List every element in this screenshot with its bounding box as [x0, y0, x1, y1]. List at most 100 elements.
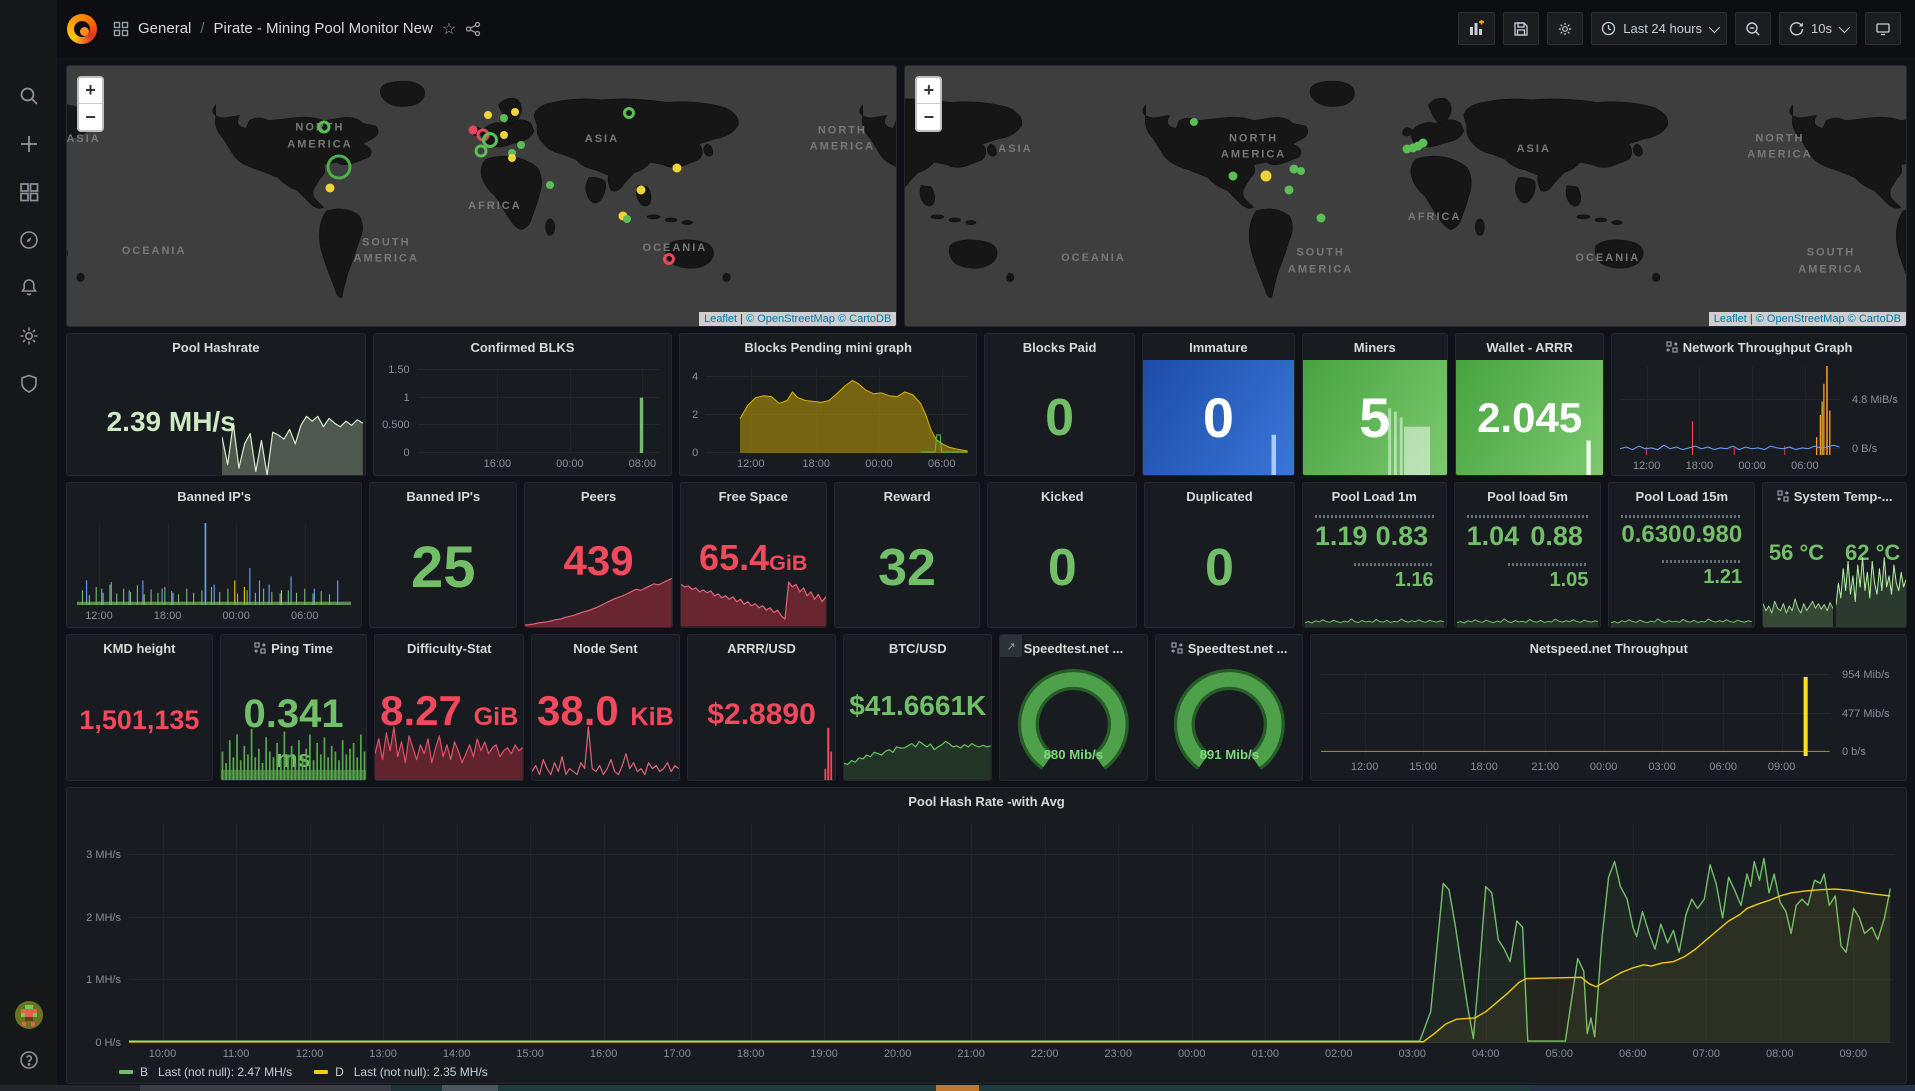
panel-title[interactable]: Peers	[525, 483, 672, 509]
dashboards-icon[interactable]	[18, 181, 40, 203]
panel-title[interactable]: Pool Load 15m	[1609, 483, 1754, 509]
share-icon[interactable]	[465, 21, 481, 37]
panel-title[interactable]: Banned IP's	[370, 483, 516, 509]
chart-legend: B Last (not null): 2.47 MH/s D Last (not nu…	[119, 1065, 488, 1079]
netspeed-chart[interactable]: 954 Mib/s 477 Mib/s 0 b/s 12:00 15:00 18:00 21…	[1311, 661, 1906, 780]
map-marker[interactable]	[317, 120, 331, 134]
user-avatar[interactable]	[14, 1001, 43, 1029]
panel-title[interactable]: Blocks Pending mini graph	[680, 334, 976, 360]
osm-link[interactable]: © OpenStreetMap	[746, 313, 835, 325]
settings-gear-icon[interactable]	[18, 325, 40, 347]
map-marker[interactable]	[672, 163, 682, 173]
add-panel-button[interactable]	[1458, 12, 1496, 45]
map-marker[interactable]	[1228, 171, 1238, 181]
grafana-logo[interactable]	[67, 13, 97, 44]
osm-link[interactable]: © OpenStreetMap	[1756, 313, 1845, 325]
panel-title[interactable]: Wallet - ARRR	[1456, 334, 1603, 360]
map-marker[interactable]	[474, 144, 488, 157]
help-icon[interactable]	[18, 1049, 40, 1071]
map-marker[interactable]	[1316, 213, 1326, 223]
external-link-icon[interactable]: ↗	[1000, 635, 1023, 657]
panel-title[interactable]: BTC/USD	[844, 635, 991, 661]
create-plus-icon[interactable]	[18, 133, 40, 155]
map-marker[interactable]	[622, 215, 631, 224]
panel-title[interactable]: Reward	[835, 483, 980, 509]
map-zoom-in-button[interactable]: +	[79, 78, 102, 104]
panel-title[interactable]: Node Sent	[532, 635, 679, 661]
map-marker[interactable]	[1418, 138, 1428, 148]
duplicated-value: 0	[1205, 539, 1234, 597]
panel-title[interactable]: Speedtest.net ...	[1000, 635, 1147, 661]
world-map[interactable]: ASIA NORTH AMERICA ASIA NORTH AMERICA AFRICA…	[67, 66, 897, 326]
panel-title[interactable]: Immature	[1143, 334, 1293, 360]
panel-title[interactable]: Pool load 5m	[1455, 483, 1601, 509]
map-zoom-control: + −	[77, 76, 104, 132]
time-range-picker[interactable]: Last 24 hours	[1591, 12, 1728, 45]
panel-title[interactable]: Banned IP's	[67, 483, 361, 509]
panel-title[interactable]: Free Space	[681, 483, 826, 509]
map-marker[interactable]	[1189, 118, 1198, 127]
map-marker[interactable]	[1284, 185, 1294, 194]
leaflet-link[interactable]: Leaflet	[704, 313, 737, 325]
save-dashboard-button[interactable]	[1503, 12, 1540, 45]
load-sparkline	[1304, 609, 1444, 627]
pool-hashrate-avg-chart[interactable]: 3 MH/s 2 MH/s 1 MH/s 0 H/s 10:00 11:00 12:00 13…	[67, 814, 1906, 1083]
map-marker[interactable]	[325, 183, 335, 193]
panel-title[interactable]: Miners	[1303, 334, 1447, 360]
alerting-bell-icon[interactable]	[18, 277, 40, 299]
panel-title[interactable]: KMD height	[67, 635, 212, 661]
panel-title[interactable]: Blocks Paid	[985, 334, 1134, 360]
leaflet-link[interactable]: Leaflet	[1714, 313, 1747, 325]
search-icon[interactable]	[18, 85, 40, 107]
carto-link[interactable]: © CartoDB	[838, 313, 891, 325]
panel-title[interactable]: Difficulty-Stat	[375, 635, 523, 661]
panel-title[interactable]: Pool Hash Rate -with Avg	[67, 788, 1906, 814]
panel-title[interactable]: ARRR/USD	[688, 635, 836, 661]
refresh-button[interactable]: 10s	[1779, 12, 1857, 45]
server-admin-shield-icon[interactable]	[18, 373, 40, 395]
panel-title[interactable]: Pool Hashrate	[67, 334, 365, 360]
cycle-view-mode-button[interactable]	[1865, 12, 1901, 45]
map-marker[interactable]	[1296, 166, 1305, 175]
breadcrumb-folder[interactable]: General	[138, 20, 191, 37]
pool-hashrate-panel: Pool Hashrate 2.39 MH/s	[66, 333, 366, 476]
map-zoom-in-button[interactable]: +	[917, 78, 941, 104]
legend-item[interactable]: D Last (not null): 2.35 MH/s	[314, 1065, 488, 1079]
metric-label	[1662, 560, 1743, 564]
banned-ips-chart[interactable]: 12:00 18:00 00:00 06:00	[67, 509, 361, 627]
legend-item[interactable]: B Last (not null): 2.47 MH/s	[119, 1065, 292, 1079]
map-marker[interactable]	[484, 111, 493, 120]
panel-title[interactable]: Duplicated	[1145, 483, 1294, 509]
map-marker[interactable]	[636, 185, 646, 195]
dashboard-title[interactable]: Pirate - Mining Pool Monitor New	[214, 20, 433, 37]
map-marker[interactable]	[500, 131, 509, 140]
map-marker[interactable]	[510, 107, 519, 116]
confirmed-blks-chart[interactable]: 1.50 1 0.500 0 16:00 00:00 08:00	[374, 360, 672, 475]
difficulty-panel: Difficulty-Stat 8.27 GiB	[374, 634, 525, 781]
arrr-usd-panel: ARRR/USD $2.8890	[686, 634, 837, 781]
blocks-paid-panel: Blocks Paid 0	[983, 333, 1136, 476]
panel-title[interactable]: Netspeed.net Throughput	[1311, 635, 1906, 661]
map-marker[interactable]	[507, 154, 516, 163]
star-icon[interactable]: ☆	[442, 19, 456, 39]
map-marker[interactable]	[663, 252, 676, 265]
zoom-out-time-button[interactable]	[1735, 12, 1772, 45]
map-marker[interactable]	[545, 181, 554, 190]
map-marker[interactable]	[623, 106, 636, 119]
free-space-value: 65.4	[699, 536, 770, 578]
blocks-pending-chart[interactable]: 4 2 0 12:00 18:00 00:00 06:00	[680, 360, 976, 475]
map-marker[interactable]	[326, 154, 352, 180]
map-zoom-out-button[interactable]: −	[917, 104, 940, 130]
panel-title[interactable]: Pool Load 1m	[1303, 483, 1446, 509]
panel-title[interactable]: Kicked	[988, 483, 1136, 509]
carto-link[interactable]: © CartoDB	[1848, 313, 1901, 325]
explore-compass-icon[interactable]	[18, 229, 40, 251]
map-marker[interactable]	[1260, 170, 1272, 182]
map-zoom-out-button[interactable]: −	[79, 104, 102, 130]
panel-title[interactable]: Confirmed BLKS	[374, 334, 672, 360]
map-marker[interactable]	[517, 140, 526, 149]
map-marker[interactable]	[500, 113, 509, 122]
world-map[interactable]: ASIA NORTH AMERICA ASIA NORTH AMERICA AFRICA…	[905, 66, 1906, 326]
network-throughput-chart[interactable]: 4.8 MiB/s 0 B/s 12:00 18:00 00:00 06:00	[1612, 360, 1906, 475]
dashboard-settings-button[interactable]	[1547, 12, 1584, 45]
